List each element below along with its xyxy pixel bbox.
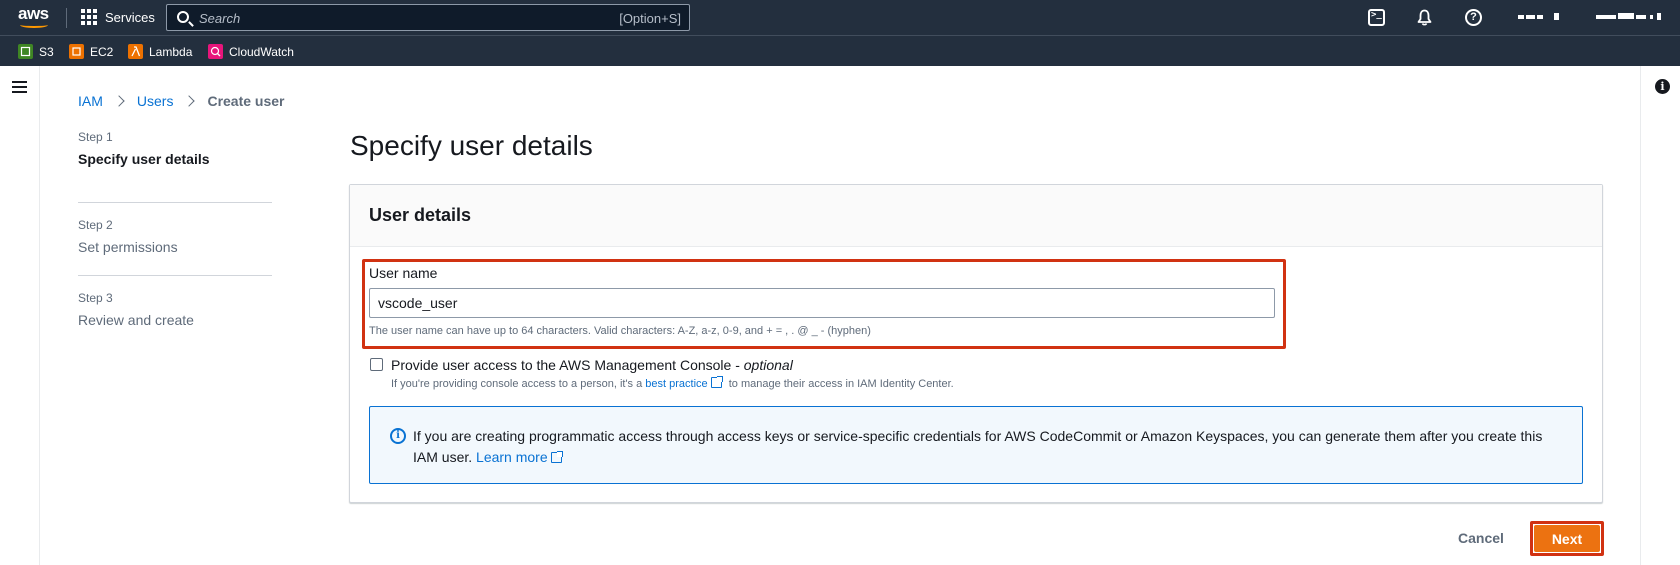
breadcrumb-current: Create user — [207, 93, 285, 109]
panel-title: User details — [369, 205, 472, 225]
breadcrumb-users[interactable]: Users — [137, 93, 174, 109]
favorite-label: Lambda — [149, 44, 193, 59]
tools-panel-rail: i — [1640, 66, 1680, 565]
favorite-lambda[interactable]: Lambda — [128, 44, 192, 59]
cloudshell-icon[interactable] — [1368, 9, 1385, 26]
hamburger-menu-icon[interactable] — [12, 81, 27, 93]
breadcrumb: IAM Users Create user — [78, 93, 285, 109]
alert-text: If you are creating programmatic access … — [413, 428, 1543, 465]
breadcrumb-iam[interactable]: IAM — [78, 93, 103, 109]
external-link-icon — [710, 376, 723, 388]
step-title: Review and create — [78, 312, 194, 328]
top-navigation: aws Services [Option+S] ? — [0, 0, 1680, 35]
console-access-label[interactable]: Provide user access to the AWS Managemen… — [391, 357, 793, 373]
notifications-bell-icon[interactable] — [1416, 9, 1433, 26]
help-icon[interactable]: ? — [1465, 9, 1482, 26]
user-name-input[interactable] — [369, 288, 1275, 318]
wizard-step-1[interactable]: Step 1 Specify user details — [78, 130, 272, 203]
favorite-s3[interactable]: S3 — [18, 44, 54, 59]
aws-smile-icon — [20, 22, 48, 28]
console-access-checkbox[interactable] — [370, 358, 383, 371]
favorite-label: EC2 — [90, 44, 114, 59]
step-number: Step 2 — [78, 218, 113, 232]
s3-service-icon — [18, 44, 33, 59]
lambda-service-icon — [128, 44, 143, 59]
services-label: Services — [105, 9, 155, 25]
info-alert: i If you are creating programmatic acces… — [369, 406, 1583, 484]
wizard-step-2[interactable]: Step 2 Set permissions — [78, 203, 272, 276]
aws-logo-text: aws — [18, 4, 49, 23]
search-box[interactable]: [Option+S] — [166, 4, 690, 31]
user-name-constraint-hint: The user name can have up to 64 characte… — [369, 325, 871, 337]
wizard-steps: Step 1 Specify user details Step 2 Set p… — [78, 130, 272, 349]
learn-more-link[interactable]: Learn more — [476, 449, 548, 465]
console-access-label-text: Provide user access to the AWS Managemen… — [391, 357, 744, 373]
aws-logo[interactable]: aws — [18, 5, 52, 29]
favorite-ec2[interactable]: EC2 — [69, 44, 113, 59]
favorites-bar: S3 EC2 Lambda CloudWatch — [0, 35, 1680, 66]
step-number: Step 1 — [78, 130, 113, 144]
cancel-button[interactable]: Cancel — [1438, 527, 1524, 549]
chevron-right-icon — [113, 95, 125, 107]
info-icon[interactable]: i — [1655, 79, 1670, 94]
info-circle-icon: i — [390, 428, 406, 444]
panel-header: User details — [350, 185, 1602, 247]
external-link-icon — [550, 451, 563, 463]
page-title: Specify user details — [350, 130, 593, 161]
wizard-step-3[interactable]: Step 3 Review and create — [78, 276, 272, 349]
chevron-right-icon — [183, 95, 196, 107]
region-redacted[interactable] — [1518, 13, 1560, 21]
best-practice-link[interactable]: best practice — [645, 378, 707, 390]
step-title: Set permissions — [78, 239, 178, 255]
console-access-description: If you're providing console access to a … — [391, 376, 954, 390]
account-menu-redacted[interactable] — [1596, 13, 1662, 21]
cloudwatch-service-icon — [208, 44, 223, 59]
favorite-label: CloudWatch — [229, 44, 294, 59]
console-desc-text: If you're providing console access to a … — [391, 378, 646, 390]
console-desc-text-end: to manage their access in IAM Identity C… — [725, 378, 954, 390]
side-navigation-rail — [0, 66, 40, 565]
alert-message: If you are creating programmatic access … — [413, 426, 1563, 468]
next-button[interactable]: Next — [1534, 525, 1600, 552]
optional-tag: optional — [743, 357, 793, 373]
services-menu-button[interactable]: Services — [81, 9, 155, 25]
ec2-service-icon — [69, 44, 84, 59]
user-name-label: User name — [369, 265, 438, 281]
search-shortcut-hint: [Option+S] — [619, 11, 681, 26]
favorite-label: S3 — [39, 44, 54, 59]
nav-divider — [66, 8, 67, 28]
step-title: Specify user details — [78, 151, 210, 167]
search-icon — [177, 11, 189, 23]
step-number: Step 3 — [78, 291, 113, 305]
search-input[interactable] — [199, 9, 579, 27]
grid-icon — [81, 9, 97, 25]
favorite-cloudwatch[interactable]: CloudWatch — [208, 44, 294, 59]
